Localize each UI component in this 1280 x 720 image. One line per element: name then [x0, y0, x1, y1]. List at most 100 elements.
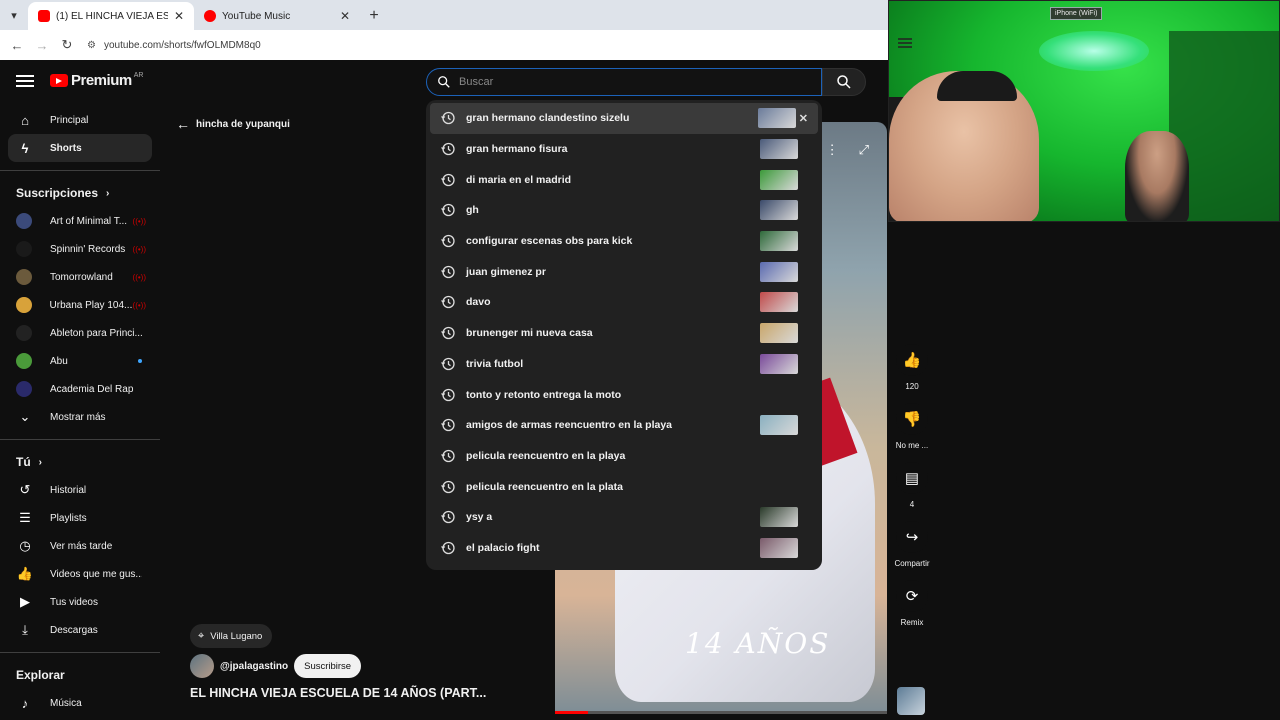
- sidebar-item-subscription[interactable]: Ableton para Princi...: [8, 319, 152, 347]
- close-icon[interactable]: ✕: [174, 9, 184, 23]
- chevron-down-icon: ⌄: [19, 409, 31, 424]
- forward-button[interactable]: →: [31, 34, 53, 56]
- you-header[interactable]: Tú ›: [0, 448, 160, 476]
- divider: [0, 439, 160, 440]
- suggestion-item[interactable]: tonto y retonto entrega la moto: [426, 379, 822, 410]
- suggestion-item[interactable]: el palacio fight: [426, 533, 822, 564]
- location-chip[interactable]: ⌖ Villa Lugano: [190, 624, 273, 648]
- sidebar-item-like[interactable]: 👍 Videos que me gus...: [8, 560, 152, 588]
- sidebar-item-principal[interactable]: ⌂ Principal: [8, 106, 152, 134]
- sidebar-item-download[interactable]: ⤓ Descargas: [8, 616, 152, 644]
- sidebar-item-subscription[interactable]: Art of Minimal T... ((•)): [8, 207, 152, 235]
- video-title[interactable]: EL HINCHA VIEJA ESCUELA DE 14 AÑOS (PART…: [190, 686, 486, 700]
- watch-later-icon: ◷: [19, 538, 31, 553]
- sidebar-item-label: Música: [50, 697, 82, 709]
- remix-icon[interactable]: ⟳: [896, 580, 928, 612]
- sidebar-item-label: Abu: [50, 355, 68, 367]
- share-icon[interactable]: ↪: [896, 521, 928, 553]
- sidebar-item-label: Historial: [50, 484, 87, 496]
- suggestion-item[interactable]: trivia futbol: [426, 349, 822, 380]
- show-more-button[interactable]: ⌄ Mostrar más: [8, 403, 152, 431]
- history-icon: [441, 296, 455, 309]
- sidebar-item-label: Art of Minimal T...: [50, 215, 128, 227]
- shorts-icon: ϟ: [21, 140, 29, 156]
- channel-name[interactable]: @jpalagastino: [220, 661, 288, 672]
- sidebar-item-subscription[interactable]: Abu: [8, 347, 152, 375]
- sidebar-item-watch-later[interactable]: ◷ Ver más tarde: [8, 532, 152, 560]
- suggestion-text: gran hermano clandestino sizelu: [466, 112, 630, 125]
- suggestion-item[interactable]: juan gimenez pr: [426, 256, 822, 287]
- action-comment[interactable]: ▤ 4: [893, 462, 931, 509]
- chevron-right-icon: ›: [106, 187, 110, 199]
- search-button[interactable]: [822, 68, 866, 96]
- suggestion-item[interactable]: pelicula reencuentro en la plata: [426, 471, 822, 502]
- divider: [0, 170, 160, 171]
- suggestion-item[interactable]: gh: [426, 195, 822, 226]
- subscribe-button[interactable]: Suscribirse: [294, 654, 362, 678]
- home-icon: ⌂: [21, 112, 29, 128]
- history-icon: [441, 142, 455, 156]
- sidebar-item-subscription[interactable]: Urbana Play 104.... ((•)): [8, 291, 152, 319]
- action-label: No me ...: [895, 441, 929, 450]
- sidebar-item-subscription[interactable]: Academia Del Rap: [8, 375, 152, 403]
- section-title: Suscripciones: [16, 186, 99, 200]
- url-field[interactable]: ⚙ youtube.com/shorts/fwfOLMDM8q0: [87, 40, 261, 51]
- sidebar-item-your-videos[interactable]: ▶ Tus videos: [8, 588, 152, 616]
- tab-youtube-short[interactable]: (1) EL HINCHA VIEJA ESCUELA DE ✕: [28, 2, 194, 30]
- action-remix[interactable]: ⟳ Remix: [893, 580, 931, 627]
- avatar[interactable]: [190, 654, 214, 678]
- suggestion-text: amigos de armas reencuentro en la playa: [466, 419, 673, 432]
- tab-title: YouTube Music: [222, 10, 291, 22]
- video-progress-bar[interactable]: [555, 711, 887, 714]
- suggestion-item[interactable]: davo: [426, 287, 822, 318]
- sidebar-item-music[interactable]: ♪ Música: [8, 689, 152, 717]
- dislike-icon[interactable]: 👎: [896, 403, 928, 435]
- action-like[interactable]: 👍 120: [893, 344, 931, 391]
- remove-icon[interactable]: ✕: [799, 112, 808, 125]
- sidebar-item-history[interactable]: ↺ Historial: [8, 476, 152, 504]
- suggestion-item[interactable]: gran hermano fisura: [426, 134, 822, 165]
- search-box[interactable]: [426, 68, 822, 96]
- new-tab-button[interactable]: +: [360, 2, 388, 30]
- tab-youtube-music[interactable]: YouTube Music ✕: [194, 2, 360, 30]
- history-icon: [441, 357, 455, 370]
- suggestion-item[interactable]: pelicula reencuentro en la playa: [426, 441, 822, 472]
- suggestion-item[interactable]: configurar escenas obs para kick: [426, 226, 822, 257]
- suggestion-text: gh: [466, 204, 479, 217]
- search-input[interactable]: [459, 76, 821, 88]
- reload-button[interactable]: ↻: [56, 34, 78, 56]
- menu-icon: [898, 36, 912, 50]
- suggestion-text: davo: [466, 296, 491, 309]
- suggestion-item[interactable]: di maria en el madrid: [426, 164, 822, 195]
- suggestion-item[interactable]: brunenger mi nueva casa: [426, 318, 822, 349]
- sidebar-item-subscription[interactable]: Tomorrowland ((•)): [8, 263, 152, 291]
- action-share[interactable]: ↪ Compartir: [893, 521, 931, 568]
- suggestion-text: pelicula reencuentro en la playa: [466, 449, 626, 462]
- fullscreen-icon[interactable]: ⤢: [859, 142, 869, 158]
- sidebar-item-playlists[interactable]: ☰ Playlists: [8, 504, 152, 532]
- comment-icon[interactable]: ▤: [896, 462, 928, 494]
- suggestion-item[interactable]: amigos de armas reencuentro en la playa: [426, 410, 822, 441]
- audio-thumbnail[interactable]: [897, 687, 925, 715]
- sidebar-item-shorts[interactable]: ϟ Shorts: [8, 134, 152, 162]
- site-info-icon[interactable]: ⚙: [87, 40, 96, 51]
- menu-icon[interactable]: [16, 72, 34, 90]
- tab-search-button[interactable]: ▾: [0, 0, 28, 30]
- history-icon: [441, 449, 455, 463]
- subscriptions-header[interactable]: Suscripciones ›: [0, 179, 160, 207]
- progress-fill: [555, 711, 589, 714]
- explore-header: Explorar: [0, 661, 160, 689]
- action-dislike[interactable]: 👎 No me ...: [893, 403, 931, 450]
- close-icon[interactable]: ✕: [340, 9, 350, 23]
- sidebar-item-subscription[interactable]: Spinnin' Records ((•)): [8, 235, 152, 263]
- youtube-logo[interactable]: Premium AR: [50, 72, 143, 89]
- suggestion-text: gran hermano fisura: [466, 143, 568, 156]
- suggestion-item[interactable]: gran hermano clandestino sizelu ✕: [430, 103, 818, 134]
- back-to-search-button[interactable]: ← hincha de yupanqui: [176, 116, 290, 132]
- history-icon: [441, 234, 455, 248]
- like-icon[interactable]: 👍: [896, 344, 928, 376]
- more-icon[interactable]: ⋮: [826, 142, 839, 158]
- back-button[interactable]: ←: [6, 34, 28, 56]
- history-icon: [441, 327, 455, 340]
- suggestion-item[interactable]: ysy a: [426, 502, 822, 533]
